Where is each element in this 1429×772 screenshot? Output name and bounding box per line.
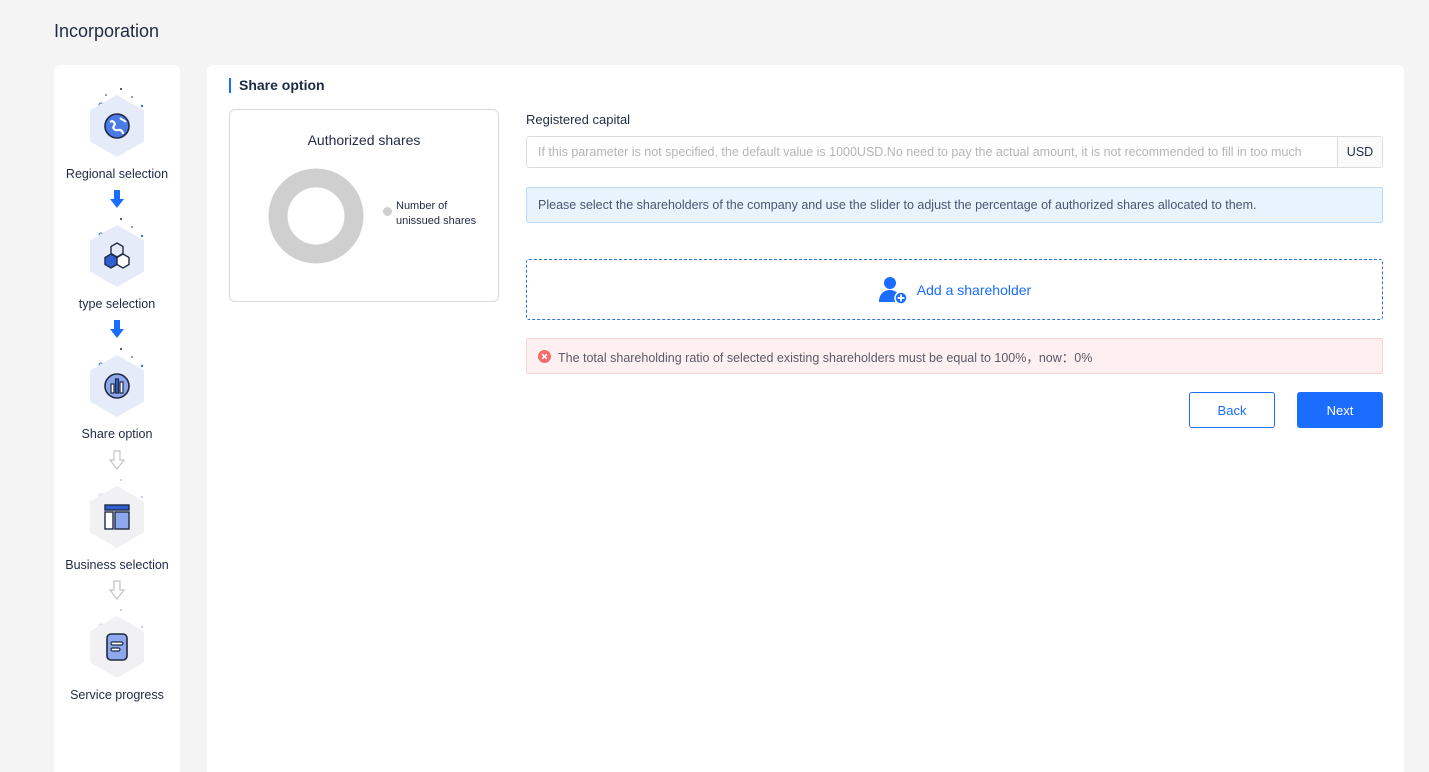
step-business-selection[interactable]: Business selection: [54, 474, 180, 572]
step-label: Service progress: [70, 688, 164, 702]
arrow-down-icon: [110, 190, 124, 208]
error-message: The total shareholding ratio of selected…: [558, 350, 1093, 365]
step-label: Share option: [81, 427, 153, 441]
steps-sidebar: Regional selection type selection Share …: [54, 65, 180, 772]
arrow-down-icon: [110, 320, 124, 338]
donut-chart: [268, 168, 364, 264]
legend-label: Number of unissued shares: [396, 200, 477, 227]
arrow-down-outline-icon: [109, 450, 125, 470]
back-button[interactable]: Back: [1189, 392, 1275, 428]
info-alert: Please select the shareholders of the co…: [526, 187, 1383, 223]
main-panel: Share option Authorized shares Number of…: [207, 65, 1404, 772]
section-title: Share option: [229, 78, 325, 93]
chart-legend[interactable]: Number of unissued shares: [383, 199, 480, 229]
legend-marker: [383, 207, 392, 216]
registered-capital-input[interactable]: [527, 137, 1337, 167]
step-regional-selection[interactable]: Regional selection: [54, 83, 180, 181]
registered-capital-label: Registered capital: [526, 112, 631, 127]
currency-suffix: USD: [1337, 137, 1382, 167]
step-share-option[interactable]: Share option: [54, 343, 180, 441]
step-label: Regional selection: [65, 167, 169, 181]
step-label: Business selection: [65, 558, 169, 572]
page-title: Incorporation: [54, 21, 160, 41]
step-service-progress[interactable]: Service progress: [54, 604, 180, 702]
error-icon: [538, 349, 551, 363]
step-label: type selection: [78, 297, 156, 311]
error-alert: The total shareholding ratio of selected…: [526, 338, 1383, 374]
registered-capital-group: USD: [526, 136, 1383, 168]
arrow-down-outline-icon: [109, 580, 125, 600]
authorized-shares-chart: Authorized shares Number of unissued sha…: [229, 109, 499, 302]
add-user-icon: [878, 276, 908, 305]
next-button[interactable]: Next: [1297, 392, 1383, 428]
step-type-selection[interactable]: type selection: [54, 213, 180, 311]
chart-title: Authorized shares: [307, 132, 421, 148]
donut-slice-0[interactable]: [268, 168, 364, 264]
add-shareholder-button[interactable]: Add a shareholder: [526, 259, 1383, 320]
add-shareholder-label: Add a shareholder: [916, 281, 1032, 298]
